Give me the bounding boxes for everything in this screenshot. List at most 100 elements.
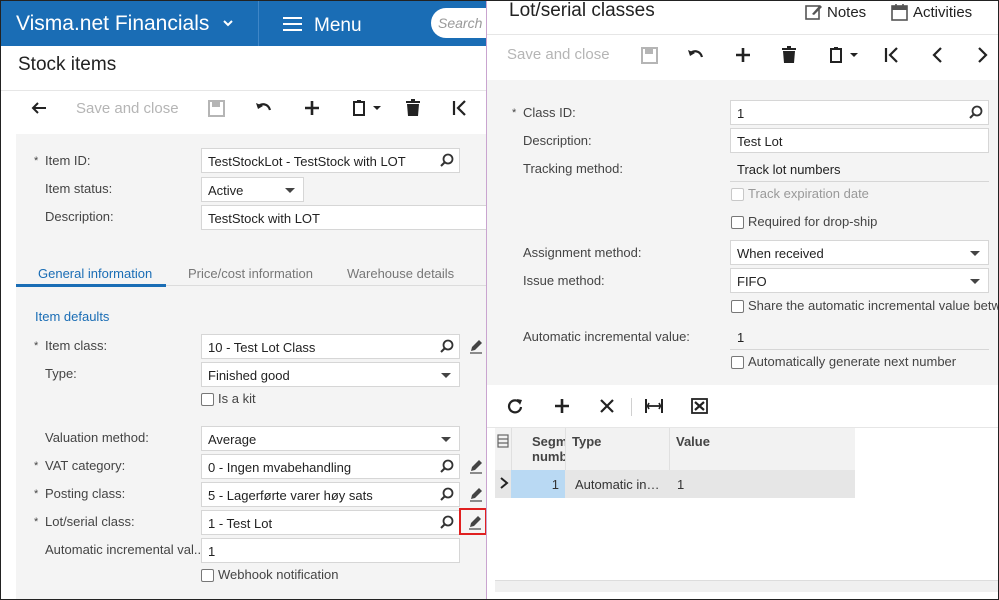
lot-serial-popup: Lot/serial classes Notes Activities Save… — [486, 0, 999, 600]
chevron-down-icon — [970, 251, 980, 256]
hamburger-icon[interactable] — [283, 17, 302, 31]
edit-pencil-icon[interactable] — [467, 514, 483, 530]
track-expiration-checkbox[interactable] — [731, 188, 744, 201]
save-and-close-button[interactable]: Save and close — [76, 100, 179, 117]
description-label: Description: — [45, 209, 114, 224]
lot-auto-incremental-value[interactable]: 1 — [737, 330, 744, 345]
topbar-divider — [258, 0, 259, 46]
excel-export-icon[interactable] — [691, 398, 708, 419]
webhook-checkbox[interactable] — [201, 569, 214, 582]
add-row-icon[interactable] — [553, 397, 571, 420]
row-selected-chevron-icon — [499, 477, 509, 492]
refresh-icon[interactable] — [507, 398, 523, 419]
search-icon[interactable] — [440, 515, 454, 529]
tab-general-information[interactable]: General information — [38, 266, 152, 281]
col-header-type[interactable]: Type — [565, 428, 669, 470]
copy-paste-icon[interactable] — [829, 46, 859, 69]
horizontal-scrollbar[interactable] — [495, 580, 999, 592]
item-id-value: TestStockLot - TestStock with LOT — [208, 154, 406, 169]
copy-paste-icon[interactable] — [352, 99, 382, 122]
search-icon[interactable] — [440, 153, 454, 167]
webhook-label: Webhook notification — [218, 567, 339, 582]
activities-button[interactable]: Activities — [913, 4, 972, 21]
item-class-field[interactable]: 10 - Test Lot Class — [201, 334, 460, 359]
lot-serial-class-label: Lot/serial class: — [45, 514, 135, 529]
menu-button[interactable]: Menu — [314, 15, 362, 37]
description-value: TestStock with LOT — [208, 211, 320, 226]
search-icon[interactable] — [440, 339, 454, 353]
save-and-close-button[interactable]: Save and close — [507, 46, 610, 63]
item-id-label: Item ID: — [45, 153, 91, 168]
delete-icon[interactable] — [781, 46, 797, 69]
cell-type[interactable]: Automatic in… — [575, 477, 671, 492]
cell-segment[interactable]: 1 — [511, 470, 565, 498]
search-icon[interactable] — [969, 105, 983, 119]
auto-incremental-field[interactable]: 1 — [201, 538, 460, 563]
item-status-select[interactable]: Active — [201, 177, 304, 202]
auto-generate-label: Automatically generate next number — [748, 354, 957, 369]
notes-icon[interactable] — [805, 3, 823, 24]
edit-pencil-icon[interactable] — [468, 338, 484, 354]
required-marker: * — [34, 155, 39, 167]
search-icon[interactable] — [440, 459, 454, 473]
grid-settings-icon[interactable] — [497, 434, 509, 448]
lot-description-value: Test Lot — [737, 134, 783, 149]
col-header-segment[interactable]: Segm numb — [511, 428, 567, 470]
next-record-icon[interactable] — [977, 46, 989, 69]
popup-title: Lot/serial classes — [509, 0, 655, 21]
item-class-value: 10 - Test Lot Class — [208, 340, 316, 355]
edit-pencil-icon[interactable] — [468, 458, 484, 474]
share-auto-value-checkbox[interactable] — [731, 300, 744, 313]
auto-inc-underline — [730, 349, 989, 350]
page-title: Stock items — [18, 54, 117, 75]
edit-pencil-icon[interactable] — [468, 486, 484, 502]
posting-class-field[interactable]: 5 - Lagerførte varer høy sats — [201, 482, 460, 507]
search-icon[interactable] — [440, 487, 454, 501]
item-status-value: Active — [208, 183, 244, 198]
tab-price-cost-information[interactable]: Price/cost information — [188, 266, 313, 281]
add-icon[interactable] — [734, 46, 752, 69]
vat-category-field[interactable]: 0 - Ingen mvabehandling — [201, 454, 460, 479]
first-record-icon[interactable] — [884, 46, 900, 69]
table-row[interactable]: 1 Automatic in… 1 — [495, 470, 855, 498]
tracking-method-value[interactable]: Track lot numbers — [737, 162, 841, 177]
posting-class-value: 5 - Lagerførte varer høy sats — [208, 488, 373, 503]
fit-columns-icon[interactable] — [644, 398, 664, 419]
delete-icon[interactable] — [405, 99, 421, 122]
item-id-field[interactable]: TestStockLot - TestStock with LOT — [201, 148, 460, 173]
description-field[interactable]: TestStock with LOT — [201, 205, 490, 230]
lot-serial-class-field[interactable]: 1 - Test Lot — [201, 510, 460, 535]
lot-description-field[interactable]: Test Lot — [730, 128, 989, 153]
calendar-icon[interactable] — [891, 3, 908, 24]
back-arrow-icon[interactable] — [30, 99, 48, 122]
delete-row-icon[interactable] — [599, 398, 615, 419]
assignment-method-select[interactable]: When received — [730, 240, 989, 265]
issue-method-select[interactable]: FIFO — [730, 268, 989, 293]
valuation-method-label: Valuation method: — [45, 430, 149, 445]
required-dropship-label: Required for drop-ship — [748, 214, 878, 229]
required-dropship-checkbox[interactable] — [731, 216, 744, 229]
class-id-field[interactable]: 1 — [730, 100, 989, 125]
is-kit-checkbox[interactable] — [201, 393, 214, 406]
first-record-icon[interactable] — [452, 99, 468, 122]
add-icon[interactable] — [303, 99, 321, 122]
cell-value[interactable]: 1 — [677, 477, 684, 492]
col-header-value[interactable]: Value — [669, 428, 855, 470]
brand-title[interactable]: Visma.net Financials — [16, 12, 209, 36]
chevron-down-icon — [441, 437, 451, 442]
valuation-method-select[interactable]: Average — [201, 426, 460, 451]
undo-icon[interactable] — [255, 100, 273, 121]
type-select[interactable]: Finished good — [201, 362, 460, 387]
grid-settings-cell[interactable] — [495, 428, 511, 470]
save-icon[interactable] — [641, 47, 658, 69]
previous-record-icon[interactable] — [931, 46, 943, 69]
auto-generate-checkbox[interactable] — [731, 356, 744, 369]
segments-grid: Segm numb Type Value 1 Automatic in… 1 — [487, 428, 999, 580]
save-icon[interactable] — [208, 100, 225, 122]
notes-button[interactable]: Notes — [827, 4, 866, 21]
tab-warehouse-details[interactable]: Warehouse details — [347, 266, 454, 281]
assignment-method-label: Assignment method: — [523, 245, 642, 260]
chevron-down-icon[interactable] — [222, 16, 234, 32]
undo-icon[interactable] — [687, 47, 705, 68]
share-auto-value-label: Share the automatic incremental value be… — [748, 298, 999, 313]
